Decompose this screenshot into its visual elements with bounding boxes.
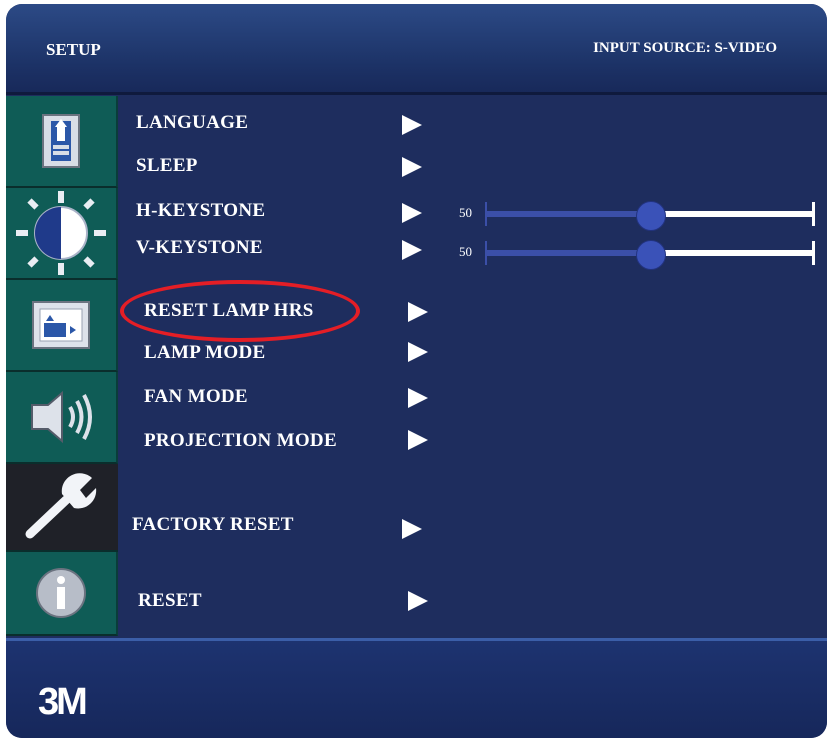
- screen-position-icon: [32, 301, 90, 349]
- slider-remaining-track: [650, 211, 815, 217]
- h-keystone-slider[interactable]: 50: [459, 200, 815, 231]
- slider-remaining-track: [650, 250, 815, 256]
- slider-filled-track: [485, 250, 650, 256]
- reset-lamp-hrs-arrow-icon[interactable]: [408, 302, 428, 322]
- sidebar: [6, 96, 118, 636]
- image-adjust-icon: [42, 114, 80, 168]
- factory-reset-arrow-icon[interactable]: [402, 519, 422, 539]
- projection-mode-arrow-icon[interactable]: [408, 430, 428, 450]
- fan-mode-arrow-icon[interactable]: [408, 388, 428, 408]
- menu-item-h-keystone[interactable]: H-KEYSTONE: [136, 200, 265, 222]
- menu-item-lamp-mode[interactable]: LAMP MODE: [144, 342, 265, 364]
- osd-window: SETUP INPUT SOURCE: S-VIDEO LANGUAGE SLE…: [6, 4, 827, 738]
- h-keystone-value: 50: [459, 205, 472, 220]
- brand-logo: 3M: [38, 681, 88, 723]
- menu-item-fan-mode[interactable]: FAN MODE: [144, 386, 248, 408]
- h-keystone-arrow-icon[interactable]: [402, 203, 422, 223]
- menu-item-language[interactable]: LANGUAGE: [136, 112, 248, 134]
- header-bar: SETUP INPUT SOURCE: S-VIDEO: [6, 4, 827, 95]
- menu-item-v-keystone[interactable]: V-KEYSTONE: [136, 237, 263, 259]
- menu-item-reset[interactable]: RESET: [138, 590, 202, 612]
- v-keystone-slider[interactable]: 50: [459, 239, 815, 270]
- sleep-arrow-icon[interactable]: [402, 157, 422, 177]
- v-keystone-arrow-icon[interactable]: [402, 240, 422, 260]
- tab-picture[interactable]: [6, 188, 118, 280]
- slider-filled-track: [485, 211, 650, 217]
- slider-knob[interactable]: [636, 240, 666, 270]
- tab-info[interactable]: [6, 552, 118, 636]
- v-keystone-value: 50: [459, 244, 472, 259]
- tab-display[interactable]: [6, 280, 118, 372]
- slider-end-cap: [812, 241, 815, 265]
- menu-item-factory-reset[interactable]: FACTORY RESET: [132, 514, 294, 536]
- tab-audio[interactable]: [6, 372, 118, 464]
- wrench-icon: [25, 473, 97, 539]
- slider-knob[interactable]: [636, 201, 666, 231]
- slider-end-cap: [812, 202, 815, 226]
- menu-item-sleep[interactable]: SLEEP: [136, 155, 198, 177]
- menu-item-projection-mode[interactable]: PROJECTION MODE: [144, 430, 337, 452]
- audio-speaker-icon: [31, 390, 92, 444]
- lamp-mode-arrow-icon[interactable]: [408, 342, 428, 362]
- language-arrow-icon[interactable]: [402, 115, 422, 135]
- red-highlight-ellipse: [120, 280, 360, 342]
- info-icon: [36, 568, 86, 618]
- reset-arrow-icon[interactable]: [408, 591, 428, 611]
- page-title: SETUP: [46, 40, 101, 59]
- footer-bar: 3M: [6, 638, 827, 738]
- input-source-label: INPUT SOURCE: S-VIDEO: [593, 40, 777, 56]
- tab-image[interactable]: [6, 96, 118, 188]
- brightness-contrast-icon: [16, 191, 106, 275]
- setup-menu: LANGUAGE SLEEP H-KEYSTONE 50 V-KEYSTONE …: [118, 96, 827, 636]
- tab-setup[interactable]: [6, 464, 118, 552]
